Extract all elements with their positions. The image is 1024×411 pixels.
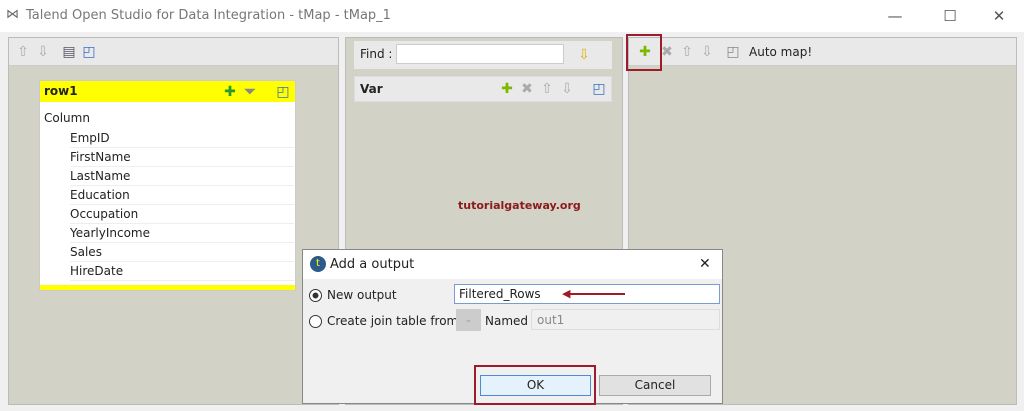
table-header: row1 ✚ ⏷ ◰ <box>40 81 295 102</box>
maximize-button[interactable]: ☐ <box>935 4 965 28</box>
cancel-button[interactable]: Cancel <box>599 375 711 396</box>
table-icon[interactable]: ▤ <box>61 44 77 60</box>
dialog-title-bar: t Add a output ✕ <box>303 250 722 279</box>
column-row[interactable]: Occupation <box>70 205 294 224</box>
output-toolbar: ✚ ✖ ⇧ ⇩ ◰ Auto map! <box>626 34 1016 71</box>
move-down-icon[interactable]: ⇩ <box>35 44 51 60</box>
minimize-tables-icon[interactable]: ◰ <box>81 44 97 60</box>
column-row[interactable]: FirstName <box>70 148 294 167</box>
add-output-icon[interactable]: ✚ <box>637 44 653 60</box>
table-footer <box>40 285 295 290</box>
dialog-close-button[interactable]: ✕ <box>699 256 711 272</box>
move-down-icon[interactable]: ⇩ <box>559 81 575 97</box>
move-up-icon[interactable]: ⇧ <box>539 81 555 97</box>
join-table-select[interactable]: ⌄ <box>456 309 481 331</box>
filter-icon[interactable]: ⏷ <box>242 84 258 100</box>
window-title: Talend Open Studio for Data Integration … <box>26 8 391 23</box>
row1-table: row1 ✚ ⏷ ◰ Column EmpID FirstName LastName… <box>39 80 296 291</box>
join-table-radio[interactable] <box>309 315 322 328</box>
move-up-icon[interactable]: ⇧ <box>15 44 31 60</box>
find-label: Find : <box>360 47 393 61</box>
minimize-icon[interactable]: ◰ <box>725 44 741 60</box>
find-input[interactable] <box>396 44 564 64</box>
input-toolbar: ⇧ ⇩ ▤ ◰ <box>9 38 338 66</box>
column-row[interactable]: YearlyIncome <box>70 224 294 243</box>
remove-icon[interactable]: ✖ <box>659 44 675 60</box>
column-row[interactable]: EmpID <box>70 129 294 148</box>
find-next-icon[interactable]: ⇩ <box>576 47 592 63</box>
new-output-radio[interactable] <box>309 289 322 302</box>
join-table-label: Create join table from <box>327 314 459 328</box>
dialog-title: Add a output <box>330 257 415 272</box>
ok-button[interactable]: OK <box>480 375 591 396</box>
column-row[interactable]: Education <box>70 186 294 205</box>
var-table: Var ✚ ✖ ⇧ ⇩ ◰ <box>354 76 612 102</box>
minimize-icon[interactable]: ◰ <box>275 84 291 100</box>
column-row[interactable]: HireDate <box>70 262 294 281</box>
add-output-dialog: t Add a output ✕ New output Filtered_Row… <box>302 249 723 405</box>
talend-icon: t <box>310 256 326 272</box>
input-panel: ⇧ ⇩ ▤ ◰ row1 ✚ ⏷ ◰ Column EmpID FirstName… <box>8 37 339 405</box>
table-name: row1 <box>44 84 78 98</box>
arrow-annotation <box>569 293 625 295</box>
var-title: Var <box>360 82 383 96</box>
named-input: out1 <box>531 309 720 330</box>
named-label: Named <box>485 314 529 328</box>
arrow-head-icon: ◀ <box>562 287 571 300</box>
move-up-icon[interactable]: ⇧ <box>679 44 695 60</box>
watermark: tutorialgateway.org <box>458 199 581 212</box>
talend-logo-icon: ⋈ <box>6 7 19 22</box>
add-filter-icon[interactable]: ✚ <box>222 84 238 100</box>
add-icon[interactable]: ✚ <box>499 81 515 97</box>
close-button[interactable]: ✕ <box>984 4 1014 28</box>
auto-map-button[interactable]: Auto map! <box>749 45 812 59</box>
new-output-label: New output <box>327 288 397 302</box>
minimize-icon[interactable]: ◰ <box>591 81 607 97</box>
title-bar: ⋈ Talend Open Studio for Data Integratio… <box>0 0 1024 32</box>
minimize-button[interactable]: — <box>880 4 910 28</box>
column-header: Column <box>44 111 90 125</box>
column-row[interactable]: LastName <box>70 167 294 186</box>
remove-icon[interactable]: ✖ <box>519 81 535 97</box>
column-row[interactable]: Sales <box>70 243 294 262</box>
find-bar: Find : ⇩ <box>354 41 612 69</box>
move-down-icon[interactable]: ⇩ <box>699 44 715 60</box>
